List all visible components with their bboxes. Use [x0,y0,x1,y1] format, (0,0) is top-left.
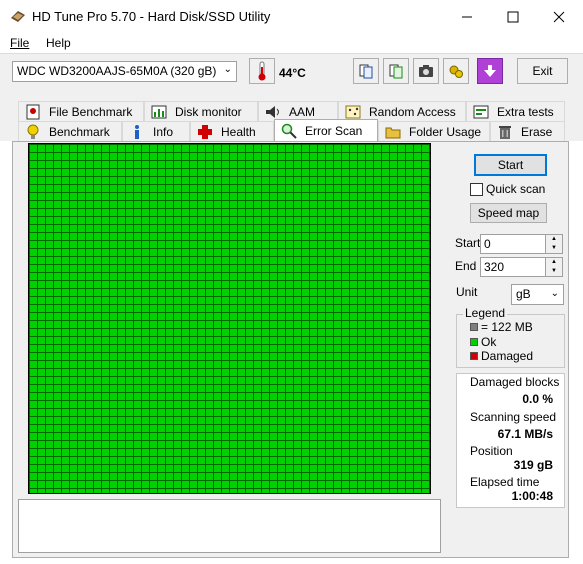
tab-health[interactable]: Health [190,121,274,141]
unit-select-value: gB [516,287,531,301]
legend-title: Legend [463,306,508,320]
tab-label: Error Scan [305,123,363,138]
copy-all-icon [389,64,403,79]
thermometer-icon [258,61,266,81]
scanning-speed-value: 67.1 MB/s [497,427,553,441]
copy-icon [359,64,373,79]
elapsed-time-value: 1:00:48 [511,489,553,503]
drive-select[interactable]: WDC WD3200AAJS-65M0A (320 gB) ⌄ [12,61,237,82]
legend-block-size: = 122 MB [481,320,533,334]
tab-label: Benchmark [49,124,110,139]
unit-select[interactable]: gB ⌄ [511,284,564,305]
menu-bar [0,33,583,53]
speed-map-button[interactable]: Speed map [470,203,547,223]
tab-label: Info [153,124,174,139]
gear-icon [449,65,463,78]
tab-disk-monitor[interactable]: Disk monitor [144,101,258,121]
legend-damaged-label: Damaged [481,349,534,363]
spin-arrows-icon[interactable]: ▲ ▼ [545,258,562,276]
legend-ok-swatch [470,338,478,346]
start-field-label: Start [455,236,481,250]
window-title: HD Tune Pro 5.70 - Hard Disk/SSD Utility [32,9,271,24]
copy-all-button[interactable] [383,58,409,84]
chevron-down-icon: ⌄ [550,288,559,299]
spin-arrows-icon[interactable]: ▲ ▼ [545,235,562,253]
legend-damaged-swatch [470,352,478,360]
tab-label: Health [221,124,256,139]
tab-label: AAM [289,104,316,119]
close-icon [553,11,565,22]
maximize-button[interactable] [490,0,536,33]
start-button[interactable]: Start [474,154,547,176]
screenshot-button[interactable] [413,58,439,84]
save-button[interactable] [477,58,503,84]
tab-benchmark[interactable]: Benchmark [18,121,122,141]
disk-monitor-icon [151,104,167,120]
tab-label: Disk monitor [175,104,242,119]
tab-aam[interactable]: AAM [258,101,338,121]
tab-folder-usage[interactable]: Folder Usage [378,121,490,141]
maximize-icon [507,11,519,22]
trash-icon [497,124,513,140]
temperature-button[interactable] [249,58,275,84]
file-benchmark-icon [25,104,41,120]
end-field-label: End [455,259,477,273]
drive-select-value: WDC WD3200AAJS-65M0A (320 gB) [17,64,217,78]
close-button[interactable] [536,0,582,33]
tab-erase[interactable]: Erase [490,121,565,141]
tab-label: Folder Usage [409,124,482,139]
end-field[interactable]: 320 ▲ ▼ [480,257,563,277]
quick-scan-checkbox[interactable] [470,183,483,196]
tab-label: Extra tests [497,104,554,119]
unit-label: Unit [456,285,478,299]
legend-ok-label: Ok [481,335,497,349]
start-field[interactable]: 0 ▲ ▼ [480,234,563,254]
tab-label: Random Access [369,104,456,119]
arrow-down-icon [484,65,496,77]
folder-icon [385,124,401,140]
info-icon [129,124,145,140]
damaged-blocks-label: Damaged blocks [470,375,560,389]
random-access-icon [345,104,361,120]
menu-help[interactable]: Help [46,36,71,50]
legend-block-swatch [470,323,478,331]
chevron-down-icon: ⌄ [223,64,232,75]
lightbulb-icon [25,124,41,140]
start-field-value: 0 [484,237,491,251]
tab-extra-tests[interactable]: Extra tests [466,101,565,121]
damaged-blocks-value: 0.0 % [522,392,553,406]
scan-log-box [18,499,441,553]
elapsed-time-label: Elapsed time [470,475,540,489]
tab-file-benchmark[interactable]: File Benchmark [18,101,144,121]
temperature-value: 44°C [279,66,306,80]
tab-label: Erase [521,124,553,139]
speaker-icon [265,104,281,120]
magnifier-icon [281,123,297,139]
options-button[interactable] [443,58,469,84]
scan-block-grid [28,143,431,494]
exit-button[interactable]: Exit [517,58,568,84]
quick-scan-label: Quick scan [486,182,546,196]
position-label: Position [470,444,513,458]
app-icon [10,9,26,23]
position-value: 319 gB [513,458,553,472]
minimize-icon [462,16,472,17]
camera-icon [419,65,433,77]
minimize-button[interactable] [444,0,490,33]
end-field-value: 320 [484,260,505,274]
tab-random-access[interactable]: Random Access [338,101,466,121]
tab-info[interactable]: Info [122,121,190,141]
health-cross-icon [197,124,213,140]
scanning-speed-label: Scanning speed [470,410,557,424]
extra-tests-icon [473,104,489,120]
tab-error-scan[interactable]: Error Scan [274,119,378,141]
menu-file[interactable]: File [10,36,29,50]
tab-label: File Benchmark [49,104,133,119]
copy-text-button[interactable] [353,58,379,84]
